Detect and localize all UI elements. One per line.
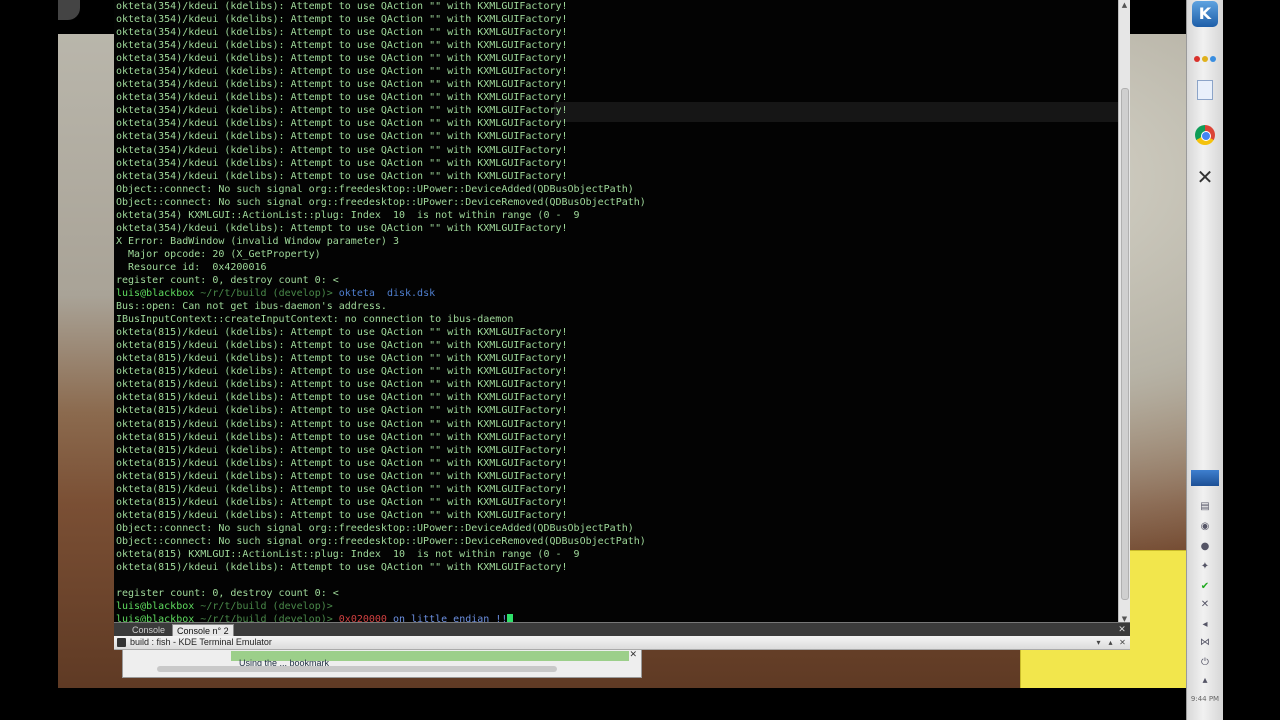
terminal-line: okteta(354)/kdeui (kdelibs): Attempt to … xyxy=(116,1,568,12)
terminal-line: Object::connect: No such signal org::fre… xyxy=(116,183,634,195)
prompt-blue: on little endian !! xyxy=(386,614,508,622)
background-window-bar: Using the ... bookmark xyxy=(231,651,629,668)
prompt-user: luis@blackbox xyxy=(116,614,195,622)
prompt-path: ~/r/t/build (develop)> xyxy=(194,614,339,622)
share-icon[interactable]: ⋈ xyxy=(1187,636,1223,650)
desktop-pager-icon[interactable] xyxy=(1187,470,1223,490)
close-icon[interactable]: ✕ xyxy=(629,649,637,660)
terminal-line: Object::connect: No such signal org::fre… xyxy=(116,196,646,208)
close-tray-icon[interactable]: ✕ xyxy=(1187,598,1223,612)
terminal-line: luis@blackbox ~/r/t/build (develop)> xyxy=(116,600,646,613)
notes-icon[interactable]: ▤ xyxy=(1187,500,1223,514)
terminal-line: okteta(815) KXMLGUI::ActionList::plug: I… xyxy=(116,548,580,560)
terminal-line: okteta(354)/kdeui (kdelibs): Attempt to … xyxy=(116,92,568,104)
chrome-tray-icon[interactable]: ● xyxy=(1187,540,1223,554)
tools-icon[interactable]: ✕ xyxy=(1187,165,1223,189)
terminal-line: okteta(354)/kdeui (kdelibs): Attempt to … xyxy=(116,79,568,91)
terminal-line: okteta(815)/kdeui (kdelibs): Attempt to … xyxy=(116,340,568,352)
prompt-err: 0x020000 xyxy=(338,614,387,622)
terminal-line: Object::connect: No such signal org::fre… xyxy=(116,522,634,534)
close-window-icon[interactable]: ✕ xyxy=(1117,637,1128,648)
kde-menu-icon[interactable]: K xyxy=(1187,0,1223,30)
terminal-line: Major opcode: 20 (X_GetProperty) xyxy=(116,248,321,260)
terminal-line: okteta(354)/kdeui (kdelibs): Attempt to … xyxy=(116,27,568,39)
window-titlebar[interactable]: build : fish - KDE Terminal Emulator ▾ ▴… xyxy=(114,636,1130,650)
terminal-app-icon[interactable] xyxy=(117,638,126,647)
terminal-scrollbar[interactable]: ▲ ▼ xyxy=(1118,0,1130,624)
terminal-line: okteta(815)/kdeui (kdelibs): Attempt to … xyxy=(116,470,568,482)
terminal-line: luis@blackbox ~/r/t/build (develop)> 0x0… xyxy=(116,613,646,622)
terminal-line: okteta(815)/kdeui (kdelibs): Attempt to … xyxy=(116,392,568,404)
terminal-line: okteta(354)/kdeui (kdelibs): Attempt to … xyxy=(116,222,568,234)
terminal-line: okteta(815)/kdeui (kdelibs): Attempt to … xyxy=(116,405,568,417)
maximize-icon[interactable]: ▴ xyxy=(1105,637,1116,648)
terminal-line: okteta(354)/kdeui (kdelibs): Attempt to … xyxy=(116,131,568,143)
prompt-user: luis@blackbox xyxy=(116,601,195,613)
minimize-icon[interactable]: ▾ xyxy=(1093,637,1104,648)
terminal-line: okteta(815)/kdeui (kdelibs): Attempt to … xyxy=(116,496,568,508)
terminal-line: IBusInputContext::createInputContext: no… xyxy=(116,314,514,326)
background-window[interactable]: Using the ... bookmark ✕ xyxy=(122,648,642,678)
terminal-line: okteta(354)/kdeui (kdelibs): Attempt to … xyxy=(116,170,568,182)
prompt-cmd: okteta disk.dsk xyxy=(338,288,436,300)
kde-side-panel: K ✕ ▤ ◉ ● ✦ ✔ ✕ ◂ ⋈ ⏻ ▴ 9:44 PM xyxy=(1186,0,1223,720)
terminal-line: okteta(815)/kdeui (kdelibs): Attempt to … xyxy=(116,431,568,443)
terminal-cursor xyxy=(507,614,514,622)
check-icon[interactable]: ✔ xyxy=(1187,580,1223,594)
arrow-icon[interactable]: ▴ xyxy=(1187,674,1223,688)
terminal-line: okteta(354)/kdeui (kdelibs): Attempt to … xyxy=(116,105,568,117)
terminal-line: okteta(815)/kdeui (kdelibs): Attempt to … xyxy=(116,457,568,469)
power-icon[interactable]: ⏻ xyxy=(1187,656,1223,670)
terminal-line: Resource id: 0x4200016 xyxy=(116,261,267,273)
terminal-line: okteta(815)/kdeui (kdelibs): Attempt to … xyxy=(116,562,568,574)
terminal-line: okteta(815)/kdeui (kdelibs): Attempt to … xyxy=(116,444,568,456)
terminal-line: register count: 0, destroy count 0: < xyxy=(116,274,339,286)
scrollbar-thumb[interactable] xyxy=(1121,88,1129,600)
clock[interactable]: 9:44 PM xyxy=(1187,693,1223,705)
prompt-user: luis@blackbox xyxy=(116,288,195,300)
twitter-icon[interactable]: ✦ xyxy=(1187,560,1223,574)
terminal-line: register count: 0, destroy count 0: < xyxy=(116,588,339,600)
activity-corner-icon[interactable] xyxy=(58,0,80,20)
terminal-line: Object::connect: No such signal org::fre… xyxy=(116,535,646,547)
terminal-line: luis@blackbox ~/r/t/build (develop)> okt… xyxy=(116,287,646,300)
close-tab-icon[interactable]: ✕ xyxy=(1116,624,1128,636)
prompt-path: ~/r/t/build (develop)> xyxy=(194,601,333,613)
terminal-lines: okteta(354)/kdeui (kdelibs): Attempt to … xyxy=(116,0,646,622)
terminal-line: okteta(815)/kdeui (kdelibs): Attempt to … xyxy=(116,366,568,378)
terminal-line: okteta(354)/kdeui (kdelibs): Attempt to … xyxy=(116,40,568,52)
document-icon[interactable] xyxy=(1187,80,1223,102)
terminal-line: okteta(354) KXMLGUI::ActionList::plug: I… xyxy=(116,209,580,221)
window-title: build : fish - KDE Terminal Emulator xyxy=(130,637,272,647)
terminal-line: okteta(354)/kdeui (kdelibs): Attempt to … xyxy=(116,157,568,169)
chrome-icon[interactable] xyxy=(1187,125,1223,147)
terminal-line: okteta(815)/kdeui (kdelibs): Attempt to … xyxy=(116,379,568,391)
terminal-line: Bus::open: Can not get ibus-daemon's add… xyxy=(116,301,387,313)
tab-console[interactable]: Console xyxy=(128,624,169,636)
terminal-line: okteta(354)/kdeui (kdelibs): Attempt to … xyxy=(116,144,568,156)
terminal-line: okteta(815)/kdeui (kdelibs): Attempt to … xyxy=(116,509,568,521)
volume-icon[interactable]: ◂ xyxy=(1187,618,1223,632)
terminal-line: okteta(815)/kdeui (kdelibs): Attempt to … xyxy=(116,327,568,339)
terminal-line: X Error: BadWindow (invalid Window param… xyxy=(116,235,399,247)
color-dots-icon[interactable] xyxy=(1187,47,1223,62)
network-icon[interactable]: ◉ xyxy=(1187,520,1223,534)
terminal-line: okteta(354)/kdeui (kdelibs): Attempt to … xyxy=(116,118,568,130)
terminal-line: okteta(354)/kdeui (kdelibs): Attempt to … xyxy=(116,53,568,65)
scroll-up-icon[interactable]: ▲ xyxy=(1119,0,1130,10)
terminal-line: okteta(815)/kdeui (kdelibs): Attempt to … xyxy=(116,353,568,365)
background-window-scrollbar[interactable] xyxy=(157,666,557,672)
terminal-output[interactable]: okteta(354)/kdeui (kdelibs): Attempt to … xyxy=(114,0,1118,622)
terminal-tab-bar: Console Console n° 2 ✕ xyxy=(114,622,1130,638)
terminal-line: okteta(354)/kdeui (kdelibs): Attempt to … xyxy=(116,66,568,78)
terminal-line: okteta(815)/kdeui (kdelibs): Attempt to … xyxy=(116,418,568,430)
prompt-path: ~/r/t/build (develop)> xyxy=(194,288,339,300)
terminal-line: okteta(815)/kdeui (kdelibs): Attempt to … xyxy=(116,483,568,495)
terminal-line: okteta(354)/kdeui (kdelibs): Attempt to … xyxy=(116,14,568,26)
